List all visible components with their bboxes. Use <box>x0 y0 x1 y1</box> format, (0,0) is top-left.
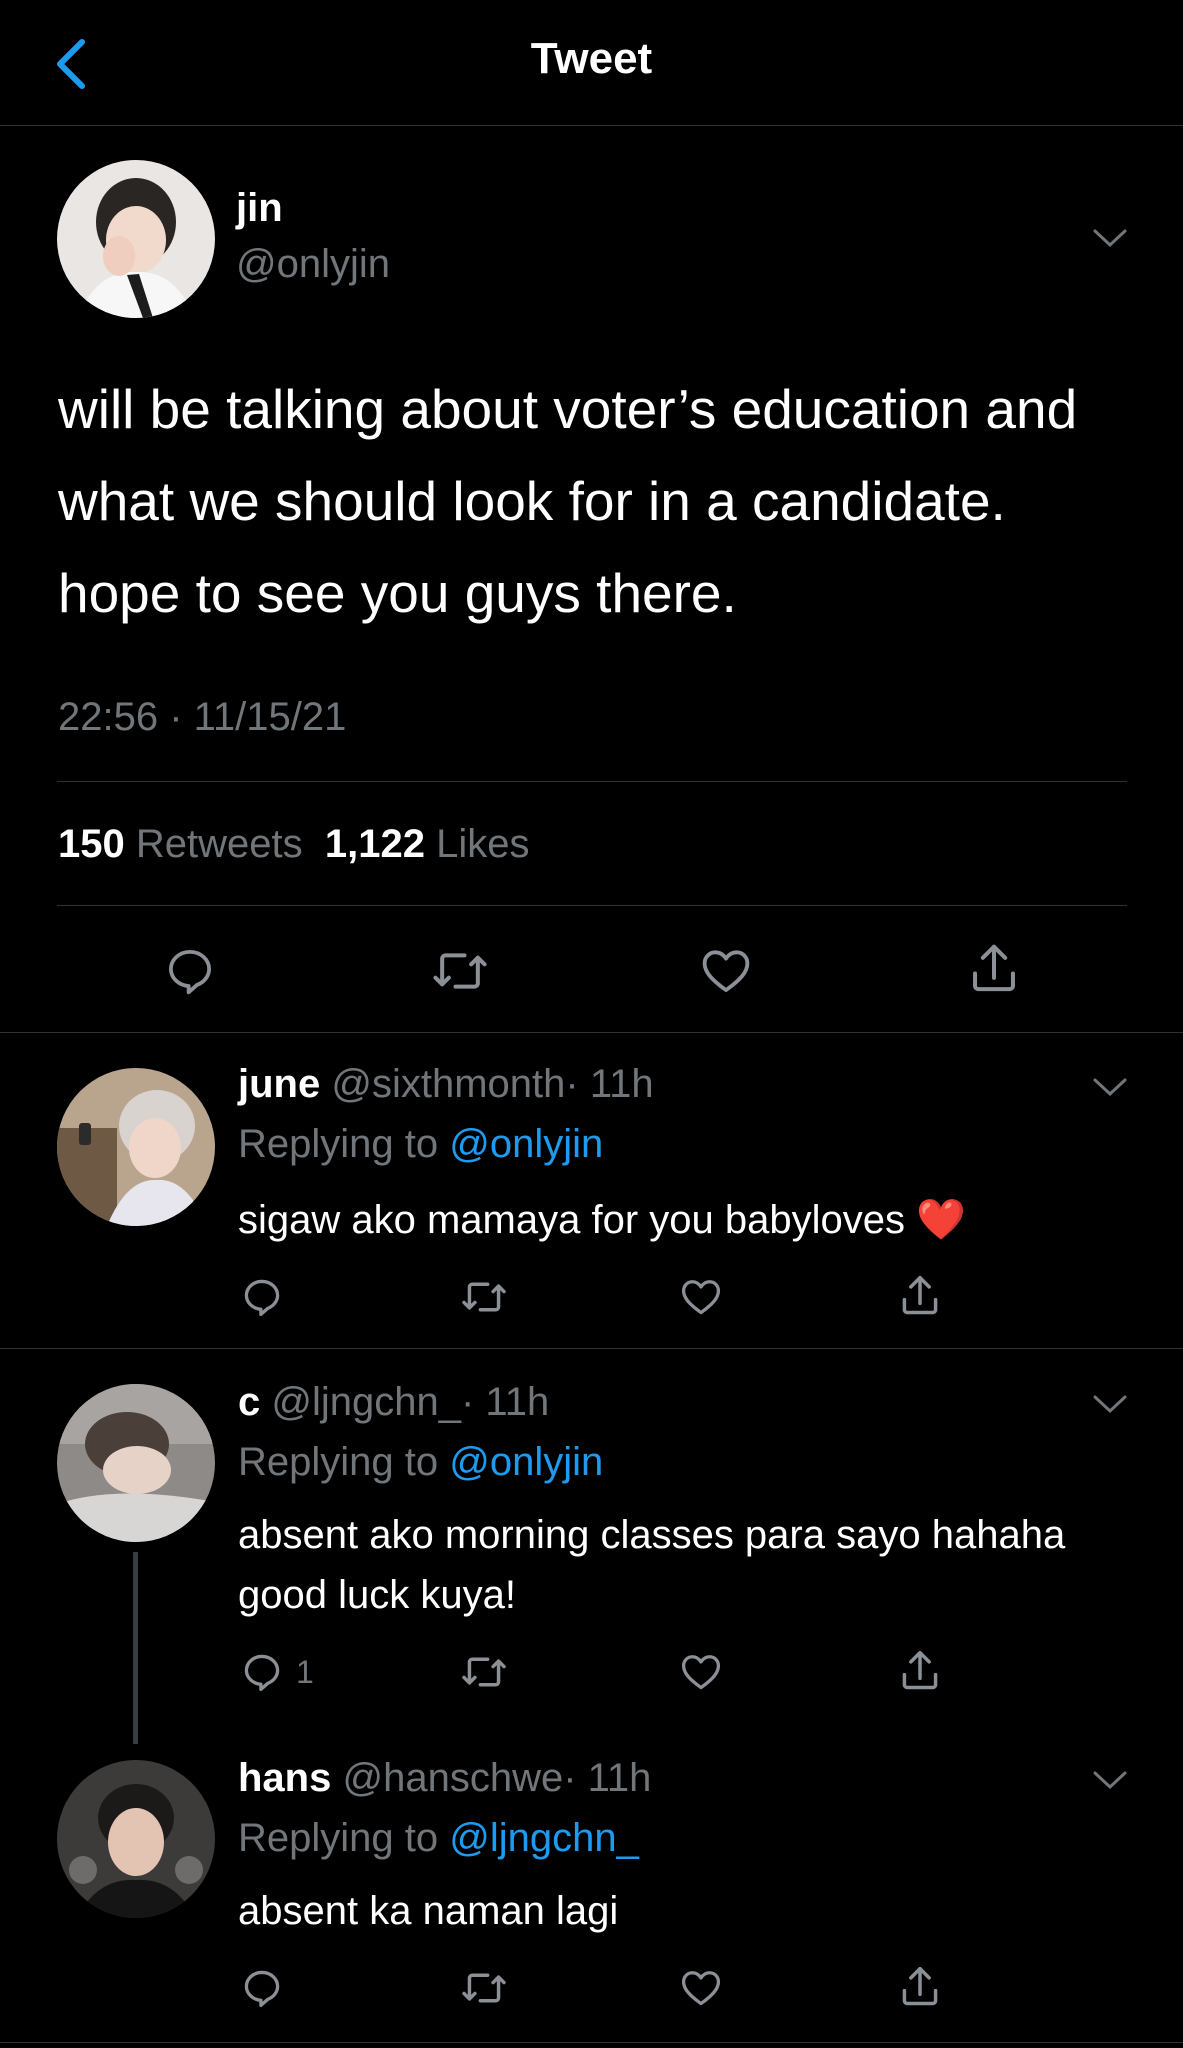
reply-icon[interactable] <box>240 1275 284 1319</box>
like-icon[interactable] <box>679 1275 723 1319</box>
replying-to-label: Replying to <box>238 1122 439 1166</box>
like-icon[interactable] <box>699 944 753 998</box>
reply-time: · 11h <box>565 1062 654 1106</box>
retweets-label[interactable]: Retweets <box>136 822 303 866</box>
replying-to-line: Replying to @onlyjin <box>238 1122 603 1167</box>
chevron-down-icon[interactable] <box>1092 1393 1128 1415</box>
thread-connector <box>133 1552 138 1744</box>
replying-to-handle[interactable]: @onlyjin <box>449 1122 603 1166</box>
reply-header: june @sixthmonth· 11h <box>238 1062 654 1107</box>
avatar[interactable] <box>57 160 215 318</box>
reply-text: sigaw ako mamaya for you babyloves <box>238 1198 905 1242</box>
reply-author-name[interactable]: june <box>238 1062 320 1106</box>
page-title: Tweet <box>530 34 653 83</box>
share-icon[interactable] <box>898 1647 942 1695</box>
tweet-text: will be talking about voter’s education … <box>58 378 1078 624</box>
replying-to-handle[interactable]: @ljngchn_ <box>449 1816 639 1860</box>
reply-text-row: sigaw ako mamaya for you babyloves ❤️ <box>238 1190 1118 1250</box>
reply-author-name[interactable]: hans <box>238 1756 331 1800</box>
reply-author-handle[interactable]: @ljngchn_ <box>271 1380 461 1424</box>
author-name[interactable]: jin <box>236 186 283 231</box>
like-icon[interactable] <box>679 1966 723 2010</box>
retweet-icon[interactable] <box>460 1968 508 2008</box>
reply-author-handle[interactable]: @hanschwe <box>342 1756 563 1800</box>
reply-time: · 11h <box>563 1756 652 1800</box>
reply-author-handle[interactable]: @sixthmonth <box>331 1062 565 1106</box>
like-icon[interactable] <box>679 1650 723 1694</box>
likes-count[interactable]: 1,122 <box>325 822 425 866</box>
retweet-icon[interactable] <box>460 1652 508 1692</box>
reply-header: c @ljngchn_· 11h <box>238 1380 549 1425</box>
author-handle[interactable]: @onlyjin <box>236 242 390 287</box>
reply-count: 1 <box>296 1654 314 1690</box>
likes-label[interactable]: Likes <box>436 822 529 866</box>
retweets-count[interactable]: 150 <box>58 822 125 866</box>
divider <box>57 905 1127 906</box>
heart-emoji: ❤️ <box>916 1198 966 1242</box>
avatar[interactable] <box>57 1760 215 1918</box>
avatar[interactable] <box>57 1384 215 1542</box>
chevron-down-icon[interactable] <box>1092 1076 1128 1098</box>
header-divider <box>0 125 1183 126</box>
reply-header: hans @hanschwe· 11h <box>238 1756 651 1801</box>
replying-to-handle[interactable]: @onlyjin <box>449 1440 603 1484</box>
divider <box>0 2042 1183 2043</box>
reply-author-name[interactable]: c <box>238 1380 260 1424</box>
replying-to-line: Replying to @onlyjin <box>238 1440 603 1485</box>
reply-text: absent ako morning classes para sayo hah… <box>238 1513 1066 1617</box>
retweet-icon[interactable] <box>431 946 489 996</box>
reply-icon[interactable] <box>240 1966 284 2010</box>
chevron-down-icon[interactable] <box>1092 1769 1128 1791</box>
share-icon[interactable] <box>967 940 1021 998</box>
replying-to-label: Replying to <box>238 1816 439 1860</box>
share-icon[interactable] <box>898 1963 942 2011</box>
divider <box>0 1032 1183 1033</box>
reply-icon[interactable] <box>240 1650 284 1694</box>
tweet-stats: 150 Retweets 1,122 Likes <box>58 822 529 867</box>
tweet-timestamp: 22:56 · 11/15/21 <box>58 695 347 739</box>
share-icon[interactable] <box>898 1272 942 1320</box>
divider <box>0 1348 1183 1349</box>
reply-text: absent ka naman lagi <box>238 1889 619 1933</box>
reply-icon[interactable] <box>163 944 217 998</box>
reply-time: · 11h <box>460 1380 550 1424</box>
avatar[interactable] <box>57 1068 215 1226</box>
replying-to-line: Replying to @ljngchn_ <box>238 1816 639 1861</box>
divider <box>57 781 1127 782</box>
replying-to-label: Replying to <box>238 1440 439 1484</box>
chevron-down-icon[interactable] <box>1092 227 1128 249</box>
retweet-icon[interactable] <box>460 1277 508 1317</box>
